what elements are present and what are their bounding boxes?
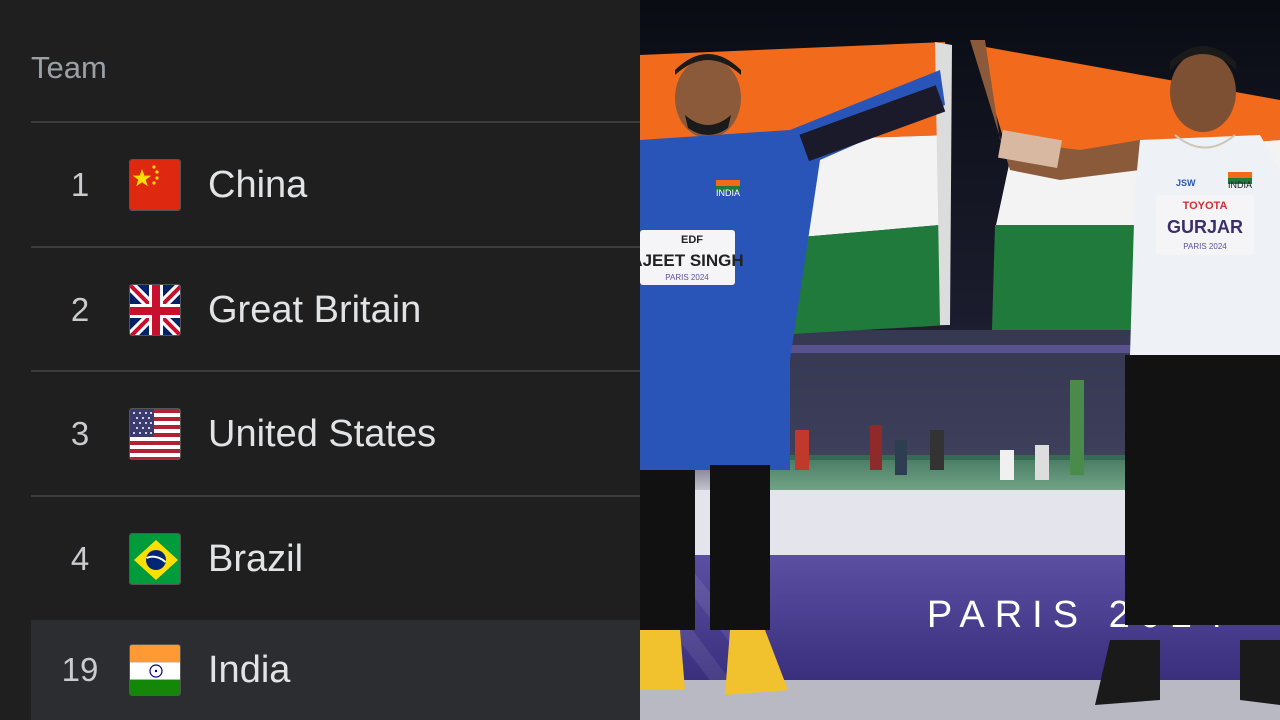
left-bib-sponsor: EDF — [681, 234, 703, 246]
country-name: Great Britain — [208, 288, 422, 331]
brazil-flag-icon — [129, 533, 181, 585]
svg-text:JSW: JSW — [1176, 178, 1196, 188]
country-name: United States — [208, 412, 437, 455]
left-bib-name: AJEET SINGH — [640, 251, 744, 270]
country-name: India — [208, 648, 291, 691]
left-bib: EDF AJEET SINGH PARIS 2024 — [640, 230, 744, 285]
table-row-brazil[interactable]: 4 Brazil — [31, 497, 640, 621]
left-bib-event: PARIS 2024 — [665, 273, 709, 282]
country-name: Brazil — [208, 537, 304, 580]
rank-label: 3 — [70, 415, 90, 452]
athletes-photo: PARIS 2024 INDIA EDF AJEET SINGH PARIS 2… — [640, 0, 1280, 720]
table-row-china[interactable]: 1 China — [31, 123, 640, 247]
rank-label: 19 — [61, 651, 99, 688]
country-name: China — [208, 163, 308, 206]
right-bib-event: PARIS 2024 — [1183, 242, 1227, 251]
right-bib-name: GURJAR — [1167, 217, 1243, 237]
scoreboard-pole — [1070, 380, 1084, 475]
rank-label: 4 — [70, 540, 90, 577]
rank-label: 1 — [70, 166, 90, 203]
united-states-flag-icon — [129, 408, 181, 460]
table-header-team: Team — [31, 50, 107, 85]
right-bib-sponsor: TOYOTA — [1183, 200, 1228, 212]
table-row-united-states[interactable]: 3 United States — [31, 372, 640, 496]
right-bib: TOYOTA GURJAR PARIS 2024 — [1156, 195, 1254, 255]
great-britain-flag-icon — [129, 284, 181, 336]
medal-table: Team 1 China 2 Great Britain 3 United St… — [0, 0, 640, 720]
svg-text:INDIA: INDIA — [1228, 180, 1252, 190]
china-flag-icon — [129, 159, 181, 211]
photo-illustration: PARIS 2024 INDIA EDF AJEET SINGH PARIS 2… — [640, 0, 1280, 720]
rank-label: 2 — [70, 291, 90, 328]
india-flag-icon — [129, 644, 181, 696]
table-row-great-britain[interactable]: 2 Great Britain — [31, 248, 640, 372]
svg-text:INDIA: INDIA — [716, 188, 740, 198]
table-row-india-highlighted[interactable]: 19 India — [31, 620, 640, 720]
